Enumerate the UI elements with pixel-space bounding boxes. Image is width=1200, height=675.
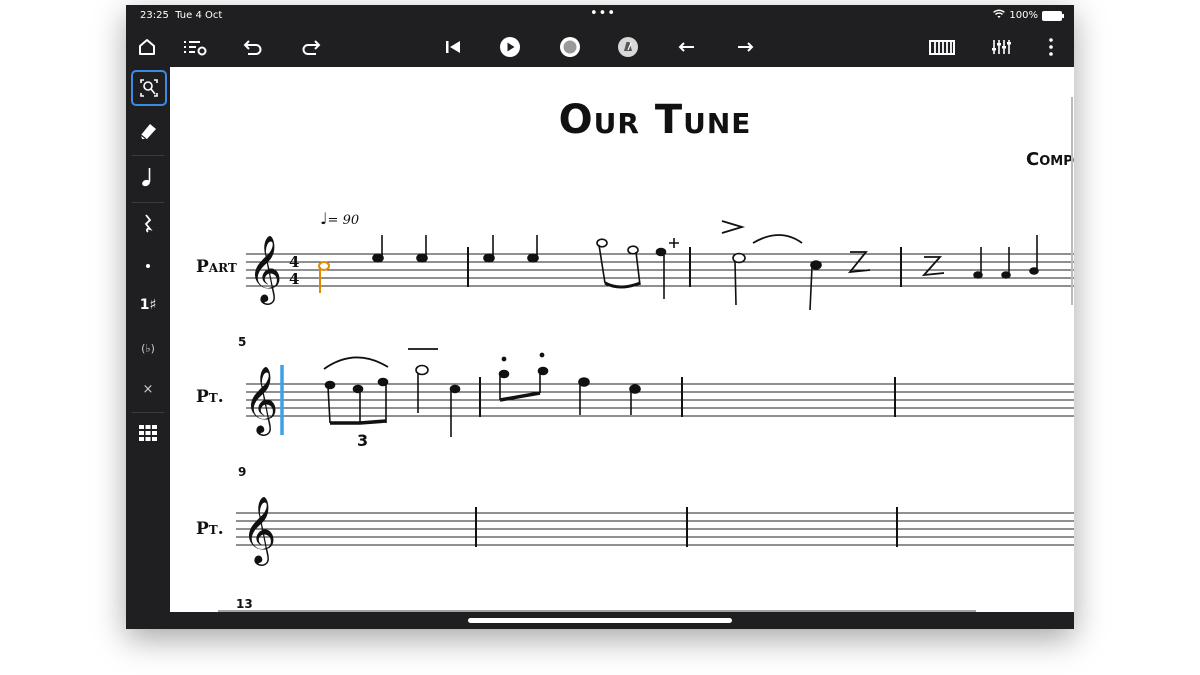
time-signature-top[interactable]: 4 bbox=[289, 253, 299, 271]
measure-5-notes[interactable] bbox=[323, 348, 461, 437]
multitasking-dots[interactable]: ••• bbox=[590, 6, 616, 21]
triplet-number[interactable]: 3 bbox=[357, 431, 368, 450]
staff-system-2 bbox=[246, 383, 1074, 417]
record-icon[interactable] bbox=[557, 35, 583, 59]
redo-icon[interactable] bbox=[298, 35, 324, 59]
treble-clef[interactable]: 𝄞 bbox=[242, 495, 276, 566]
treble-clef[interactable]: 𝄞 bbox=[248, 234, 282, 305]
time-signature-bottom[interactable]: 4 bbox=[289, 270, 299, 288]
undo-icon[interactable] bbox=[240, 35, 266, 59]
grid-icon[interactable] bbox=[131, 416, 165, 450]
selection-tool-icon[interactable] bbox=[131, 70, 167, 106]
rest-icon[interactable] bbox=[131, 206, 165, 240]
staff-system-3 bbox=[236, 512, 1074, 546]
ipad-screen: 23:25 Tue 4 Oct ••• 100% 1♯ (♭) × Our Tu… bbox=[126, 5, 1074, 629]
more-icon[interactable] bbox=[1038, 35, 1064, 59]
divider bbox=[132, 202, 164, 203]
metronome-icon[interactable] bbox=[615, 35, 641, 59]
home-indicator[interactable] bbox=[468, 618, 732, 623]
status-bar: 23:25 Tue 4 Oct ••• 100% bbox=[126, 5, 1074, 27]
status-right: 100% bbox=[993, 9, 1064, 22]
battery-percent: 100% bbox=[1009, 10, 1038, 21]
divider bbox=[132, 155, 164, 156]
measure-3-notes[interactable] bbox=[721, 220, 871, 311]
arrow-right-icon[interactable] bbox=[732, 35, 758, 59]
play-icon[interactable] bbox=[497, 35, 523, 59]
divider bbox=[132, 412, 164, 413]
home-icon[interactable] bbox=[134, 35, 160, 59]
mixer-icon[interactable] bbox=[988, 35, 1014, 59]
wifi-icon bbox=[993, 9, 1006, 22]
score-canvas[interactable]: Our Tune Compo ♩= 90 Part 5 Pt. 9 Pt. 13… bbox=[170, 67, 1074, 612]
measure-1-notes[interactable] bbox=[372, 235, 428, 263]
tool-palette: 1♯ (♭) × bbox=[126, 67, 170, 612]
keyboard-icon[interactable] bbox=[926, 35, 958, 59]
double-sharp-icon[interactable]: × bbox=[131, 372, 165, 406]
measure-4-notes[interactable] bbox=[921, 235, 1039, 279]
battery-icon bbox=[1042, 10, 1064, 21]
status-time: 23:25 Tue 4 Oct bbox=[140, 10, 223, 21]
tuplet-icon[interactable]: 1♯ bbox=[131, 288, 165, 322]
measure-2-notes[interactable] bbox=[483, 235, 679, 299]
playlist-settings-icon[interactable] bbox=[180, 35, 210, 59]
rewind-to-start-icon[interactable] bbox=[440, 35, 466, 59]
arrow-left-icon[interactable] bbox=[674, 35, 700, 59]
notation-layer: 𝄞 4 4 𝄞 3 𝄞 bbox=[218, 97, 1074, 612]
eraser-icon[interactable] bbox=[131, 114, 165, 148]
staff-system-1 bbox=[246, 253, 1074, 287]
top-toolbar bbox=[126, 27, 1074, 67]
treble-clef[interactable]: 𝄞 bbox=[244, 365, 278, 436]
parentheses-icon[interactable]: (♭) bbox=[131, 331, 165, 365]
dot-icon[interactable] bbox=[131, 249, 165, 283]
note-icon[interactable] bbox=[131, 160, 165, 194]
